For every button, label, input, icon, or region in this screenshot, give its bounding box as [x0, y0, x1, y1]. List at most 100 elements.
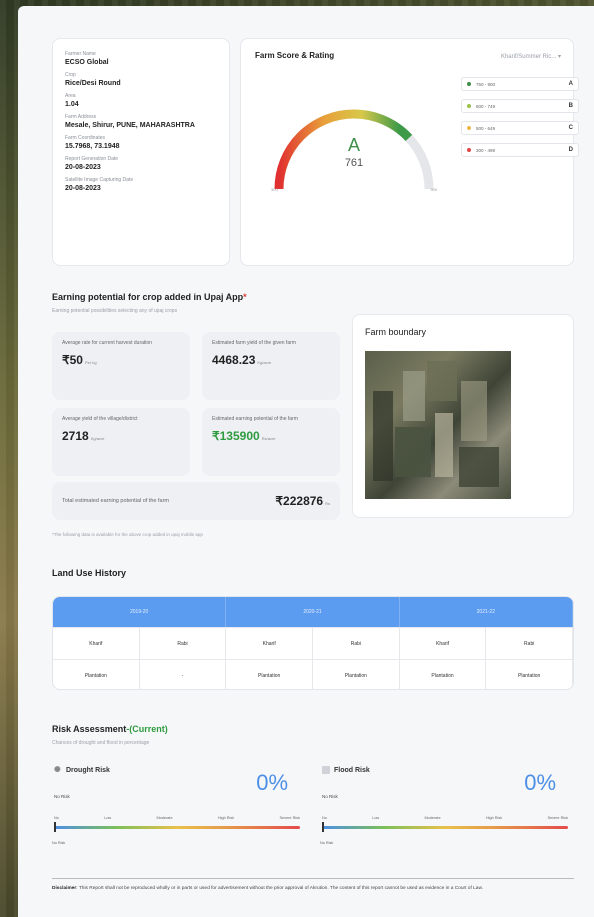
earning-total-label: Total estimated earning potential of the…	[62, 497, 170, 504]
legend-dot-d	[467, 148, 471, 152]
coordinates-value: 15.7968, 73.1948	[65, 143, 120, 150]
earning-card-value: 2718 Kg/acre	[62, 429, 180, 443]
farmer-name-value: ECSO Global	[65, 59, 109, 66]
flood-risk-bar	[322, 826, 568, 829]
address-label: Farm Address	[65, 114, 97, 120]
earning-total-value: ₹222876 Rs	[275, 494, 330, 508]
farm-info-card: Farmer Name ECSO Global Crop Rice/Desi R…	[52, 38, 230, 266]
village-yield-unit: Kg/acre	[90, 436, 105, 441]
report-date-value: 20-08-2023	[65, 164, 101, 171]
flood-risk-panel: Flood Risk 0% No Risk No Low Moderate Hi…	[320, 766, 572, 856]
crop-cell: Plantation	[226, 660, 314, 689]
drought-risk-bar	[54, 826, 300, 829]
earning-card-value: ₹135900 Rs/acre	[212, 429, 330, 443]
flood-risk-percent: 0%	[524, 770, 556, 795]
farm-yield-unit: Kg/acre	[257, 360, 272, 365]
crop-value: Rice/Desi Round	[65, 80, 121, 87]
score-legend: 750 - 900 A 600 - 749 B 500 - 649 C 300 - 4…	[461, 77, 579, 165]
legend-grade-a: A	[568, 81, 573, 87]
season-cell: Rabi	[140, 628, 227, 659]
earning-card-label: Estimated earning potential of the farm	[212, 416, 298, 422]
land-use-year-header: 2019-20 2020-21 2021-22	[53, 597, 573, 627]
drought-risk-panel: ✺ Drought Risk 0% No Risk No Low Moderate…	[52, 765, 304, 856]
farm-yield-value: 4468.23	[212, 353, 256, 367]
scale-tick: No	[54, 816, 59, 820]
crop-cell: -	[140, 660, 227, 689]
season-dropdown-label: Kharif/Summer Ric...	[500, 54, 557, 60]
earning-potential-unit: Rs/acre	[261, 436, 276, 441]
land-use-title: Land Use History	[52, 568, 127, 578]
season-cell: Rabi	[313, 628, 400, 659]
crop-cell: Plantation	[53, 660, 140, 689]
scale-tick: Moderate	[424, 816, 441, 820]
rate-unit: Per kg	[84, 360, 97, 365]
score-gauge: A 761 300 900	[259, 89, 449, 199]
legend-item-b: 600 - 749 B	[461, 99, 579, 113]
land-use-crop-row: Plantation - Plantation Plantation Plant…	[53, 659, 573, 689]
report-page: Farmer Name ECSO Global Crop Rice/Desi R…	[18, 6, 594, 917]
land-use-table: 2019-20 2020-21 2021-22 Kharif Rabi Khar…	[52, 596, 574, 690]
crop-cell: Plantation	[313, 660, 400, 689]
scale-tick: High Risk	[217, 816, 235, 820]
risk-title: Risk Assessment-(Current)	[52, 724, 168, 734]
earning-card-rate: Average rate for current harvest duratio…	[52, 332, 190, 400]
earning-subtitle: Earning potential possibilities selectin…	[52, 308, 178, 314]
earning-footnote: *The following data is available for the…	[52, 532, 203, 537]
season-dropdown[interactable]: Kharif/Summer Ric... ▾	[501, 53, 561, 60]
earning-card-value: ₹50 Per kg	[62, 353, 180, 367]
earning-title-text: Earning potential for crop added in Upaj…	[52, 292, 244, 302]
legend-grade-d: D	[568, 147, 573, 153]
flood-risk-level: No Risk	[322, 794, 338, 799]
gauge-max-label: 900	[430, 187, 437, 192]
area-label: Area	[65, 93, 76, 99]
drought-risk-level: No Risk	[54, 794, 70, 799]
satellite-image	[365, 351, 511, 499]
total-value: ₹222876	[275, 494, 324, 508]
flood-risk-marker	[322, 822, 324, 832]
address-value: Mesale, Shirur, PUNE, MAHARASHTRA	[65, 122, 195, 129]
earning-card-village-yield: Average yield of the village/district 27…	[52, 408, 190, 476]
flood-marker-label: No Risk	[320, 841, 334, 845]
disclaimer-text: : This Report shall not be reproduced wh…	[76, 886, 483, 891]
chevron-down-icon: ▾	[557, 54, 561, 60]
risk-title-text: Risk Assessment	[52, 724, 127, 734]
crop-cell: Plantation	[400, 660, 487, 689]
earning-card-earning-potential: Estimated earning potential of the farm …	[202, 408, 340, 476]
crop-label: Crop	[65, 72, 76, 78]
legend-item-c: 500 - 649 C	[461, 121, 579, 135]
scale-tick: Moderate	[156, 816, 173, 820]
risk-title-suffix: -(Current)	[126, 724, 168, 734]
season-cell: Kharif	[53, 628, 140, 659]
rate-value: ₹50	[62, 353, 83, 367]
flood-risk-scale: No Low Moderate High Risk Severe Risk	[322, 816, 568, 820]
legend-range-b: 600 - 749	[476, 103, 496, 109]
score-value: 761	[344, 157, 364, 169]
season-cell: Kharif	[226, 628, 314, 659]
disclaimer: Disclaimer: This Report shall not be rep…	[52, 878, 574, 893]
drought-risk-percent: 0%	[256, 770, 288, 795]
legend-item-a: 750 - 900 A	[461, 77, 579, 91]
disclaimer-label: Disclaimer	[52, 886, 77, 891]
earning-card-label: Average rate for current harvest duratio…	[62, 340, 152, 346]
drought-risk-label: Drought Risk	[66, 766, 110, 774]
year-cell: 2019-20	[53, 597, 227, 627]
year-cell: 2021-22	[400, 597, 573, 627]
land-use-season-row: Kharif Rabi Kharif Rabi Kharif Rabi	[53, 627, 573, 659]
scale-tick: High Risk	[485, 816, 503, 820]
scale-tick: Severe Risk	[547, 816, 568, 820]
earning-title: Earning potential for crop added in Upaj…	[52, 292, 247, 302]
crop-cell: Plantation	[486, 660, 573, 689]
legend-range-a: 750 - 900	[476, 81, 496, 87]
satellite-date-value: 20-08-2023	[65, 185, 101, 192]
farm-score-card: Farm Score & Rating Kharif/Summer Ric...…	[240, 38, 579, 266]
area-value: 1.04	[65, 101, 79, 108]
earning-card-label: Average yield of the village/district	[62, 416, 138, 422]
coordinates-label: Farm Coordinates	[65, 135, 106, 141]
sun-icon: ✺	[54, 765, 61, 774]
earning-potential-value: ₹135900	[212, 429, 260, 443]
drought-risk-marker	[54, 822, 56, 832]
report-date-label: Report Generation Date	[65, 156, 119, 162]
season-cell: Rabi	[486, 628, 573, 659]
legend-dot-b	[467, 104, 471, 108]
legend-grade-c: C	[568, 125, 573, 131]
